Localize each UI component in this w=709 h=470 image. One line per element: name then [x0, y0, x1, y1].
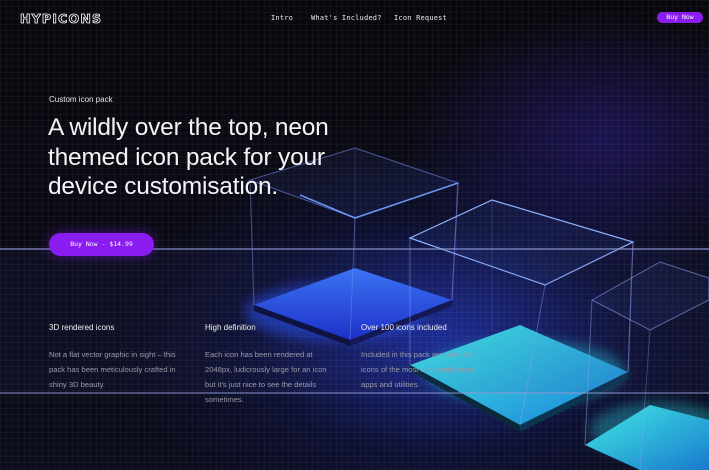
nav-intro[interactable]: Intro: [271, 14, 293, 22]
hero-eyebrow: Custom icon pack: [49, 95, 113, 104]
buy-now-price-button[interactable]: Buy Now - $14.99: [49, 233, 154, 256]
hero-headline: A wildly over the top, neon themed icon …: [48, 114, 329, 200]
hypicons-logo[interactable]: HYPICONS: [20, 11, 108, 25]
feature-high-definition: High definition Each icon has been rende…: [205, 323, 345, 407]
buy-now-header-button[interactable]: Buy Now: [657, 12, 703, 23]
feature-over-100-icons: Over 100 icons included Included in this…: [361, 323, 501, 392]
feature-3d-rendered: 3D rendered icons Not a flat vector grap…: [49, 323, 189, 392]
logo-text: HYPICONS: [20, 11, 102, 25]
feature-title: 3D rendered icons: [49, 323, 115, 332]
nav-whats-included[interactable]: What's Included?: [311, 14, 382, 22]
feature-description: Each icon has been rendered at 2048px, l…: [205, 350, 327, 404]
feature-title: Over 100 icons included: [361, 323, 447, 332]
feature-description: Included in this pack are over 100 icons…: [361, 350, 475, 389]
feature-description: Not a flat vector graphic in sight – thi…: [49, 350, 176, 389]
feature-title: High definition: [205, 323, 256, 332]
nav-icon-request[interactable]: Icon Request: [394, 14, 447, 22]
